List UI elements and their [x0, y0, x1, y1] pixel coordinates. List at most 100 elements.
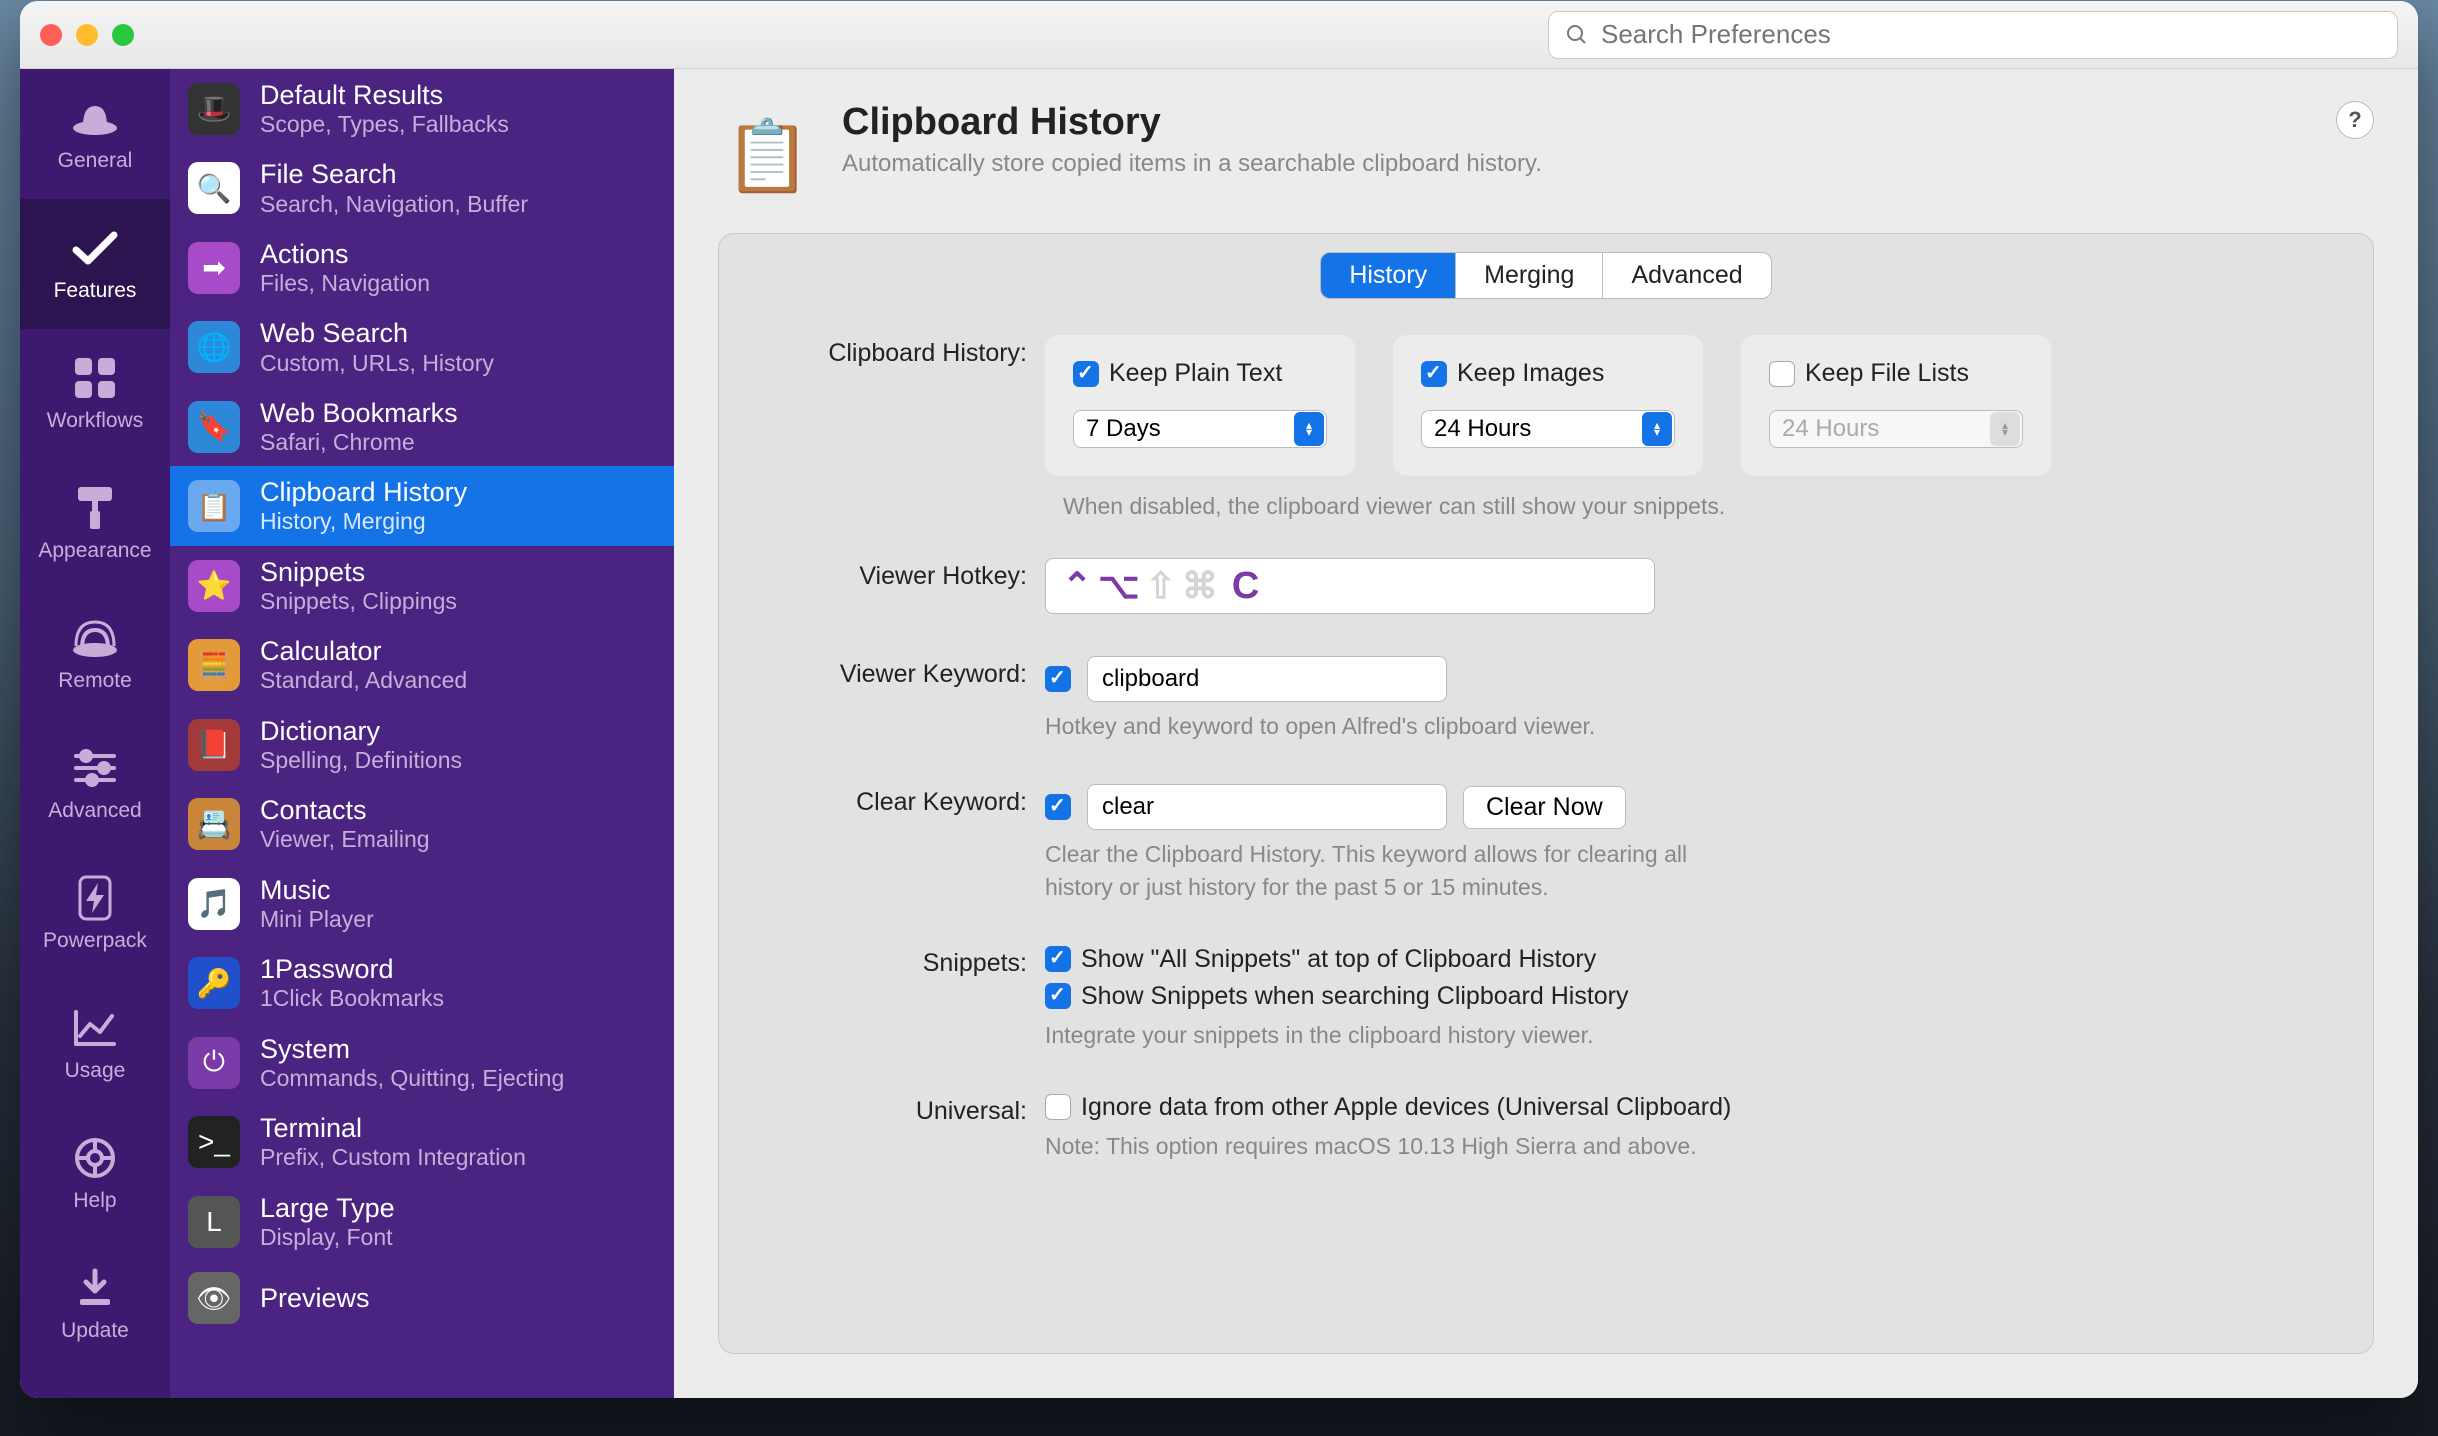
feature-default-results[interactable]: 🎩Default ResultsScope, Types, Fallbacks [170, 69, 674, 148]
images-duration-select[interactable]: 24 Hours ▴▾ [1421, 410, 1675, 448]
shift-modifier-icon: ⇧ [1146, 565, 1176, 607]
show-all-snippets-checkbox[interactable] [1045, 946, 1071, 972]
viewer-keyword-input[interactable] [1087, 656, 1447, 702]
feature-subtitle: 1Click Bookmarks [260, 985, 444, 1011]
feature-subtitle: Spelling, Definitions [260, 747, 462, 773]
feature-large-type[interactable]: LLarge TypeDisplay, Font [170, 1182, 674, 1261]
feature-file-search[interactable]: 🔍File SearchSearch, Navigation, Buffer [170, 148, 674, 227]
feature-actions[interactable]: ➡ActionsFiles, Navigation [170, 228, 674, 307]
tab-merging[interactable]: Merging [1456, 253, 1603, 298]
rail-remote[interactable]: Remote [20, 589, 170, 719]
titlebar [20, 1, 2418, 69]
feature-icon: 🎩 [188, 83, 240, 135]
keep-plain-text-checkbox[interactable] [1073, 361, 1099, 387]
images-duration-value: 24 Hours [1434, 415, 1531, 443]
lifebuoy-icon [67, 1135, 123, 1181]
rail-advanced[interactable]: Advanced [20, 719, 170, 849]
feature-icon: 🔑 [188, 957, 240, 1009]
plain-text-duration-select[interactable]: 7 Days ▴▾ [1073, 410, 1327, 448]
clear-now-button[interactable]: Clear Now [1463, 786, 1626, 829]
grid-icon [67, 355, 123, 401]
feature-snippets[interactable]: ⭐SnippetsSnippets, Clippings [170, 546, 674, 625]
rail-label: Help [73, 1189, 116, 1213]
feature-subtitle: Custom, URLs, History [260, 350, 494, 376]
feature-icon: 📋 [188, 480, 240, 532]
rail-label: Update [61, 1319, 129, 1343]
feature-web-search[interactable]: 🌐Web SearchCustom, URLs, History [170, 307, 674, 386]
help-button[interactable]: ? [2336, 101, 2374, 139]
rail-powerpack[interactable]: Powerpack [20, 849, 170, 979]
feature-previews[interactable]: 👁Previews [170, 1261, 674, 1335]
rail-general[interactable]: General [20, 69, 170, 199]
viewer-keyword-checkbox[interactable] [1045, 666, 1071, 692]
search-input[interactable] [1601, 19, 2381, 50]
search-preferences[interactable] [1548, 11, 2398, 59]
feature-icon: >_ [188, 1116, 240, 1168]
clear-keyword-checkbox[interactable] [1045, 794, 1071, 820]
rail-label: Powerpack [43, 929, 147, 953]
keep-plain-text-label: Keep Plain Text [1109, 359, 1282, 388]
label-snippets: Snippets: [769, 945, 1045, 978]
keep-images-label: Keep Images [1457, 359, 1604, 388]
keep-images-checkbox[interactable] [1421, 361, 1447, 387]
feature-terminal[interactable]: >_TerminalPrefix, Custom Integration [170, 1102, 674, 1181]
feature-icon: 🧮 [188, 639, 240, 691]
feature-subtitle: Prefix, Custom Integration [260, 1144, 526, 1170]
close-button[interactable] [40, 24, 62, 46]
label-viewer-keyword: Viewer Keyword: [769, 656, 1045, 689]
feature-title: Snippets [260, 557, 457, 588]
rail-label: Usage [65, 1059, 126, 1083]
rail-usage[interactable]: Usage [20, 979, 170, 1109]
feature-music[interactable]: 🎵MusicMini Player [170, 864, 674, 943]
window-controls [40, 24, 134, 46]
feature-icon: 🔖 [188, 401, 240, 453]
main-content: 📋 Clipboard History Automatically store … [674, 69, 2418, 1398]
hint-hotkey-kw: Hotkey and keyword to open Alfred's clip… [1045, 710, 1745, 742]
search-icon [1565, 23, 1589, 47]
label-clear-keyword: Clear Keyword: [769, 784, 1045, 817]
clear-keyword-input[interactable] [1087, 784, 1447, 830]
feature-icon: 🎵 [188, 878, 240, 930]
feature-system[interactable]: ⏻SystemCommands, Quitting, Ejecting [170, 1023, 674, 1102]
select-arrows-icon: ▴▾ [1642, 412, 1672, 446]
file-lists-duration-value: 24 Hours [1782, 415, 1879, 443]
rail-help[interactable]: Help [20, 1109, 170, 1239]
keep-file-lists-checkbox[interactable] [1769, 361, 1795, 387]
feature-dictionary[interactable]: 📕DictionarySpelling, Definitions [170, 705, 674, 784]
show-snippets-search-label: Show Snippets when searching Clipboard H… [1081, 982, 1629, 1011]
hotkey-letter: C [1232, 565, 1259, 608]
feature-title: Large Type [260, 1193, 395, 1224]
show-snippets-search-checkbox[interactable] [1045, 983, 1071, 1009]
feature-contacts[interactable]: 📇ContactsViewer, Emailing [170, 784, 674, 863]
feature-title: File Search [260, 159, 528, 190]
feature-subtitle: Scope, Types, Fallbacks [260, 111, 509, 137]
rail-update[interactable]: Update [20, 1239, 170, 1369]
sidebar-rail: General FeaturesWorkflowsAppearance Remote… [20, 69, 170, 1398]
feature-title: Calculator [260, 636, 467, 667]
rail-label: General [58, 149, 133, 173]
feature-1password[interactable]: 🔑1Password1Click Bookmarks [170, 943, 674, 1022]
preferences-window: General FeaturesWorkflowsAppearance Remote… [20, 1, 2418, 1398]
feature-clipboard-history[interactable]: 📋Clipboard HistoryHistory, Merging [170, 466, 674, 545]
feature-web-bookmarks[interactable]: 🔖Web BookmarksSafari, Chrome [170, 387, 674, 466]
label-viewer-hotkey: Viewer Hotkey: [769, 558, 1045, 591]
rail-appearance[interactable]: Appearance [20, 459, 170, 589]
tab-advanced[interactable]: Advanced [1603, 253, 1770, 298]
remote-icon [67, 615, 123, 661]
hotkey-field[interactable]: ⌃ ⌥ ⇧ ⌘ C [1045, 558, 1655, 614]
minimize-button[interactable] [76, 24, 98, 46]
plain-text-duration-value: 7 Days [1086, 415, 1161, 443]
ignore-universal-checkbox[interactable] [1045, 1094, 1071, 1120]
feature-title: Clipboard History [260, 477, 467, 508]
zoom-button[interactable] [112, 24, 134, 46]
feature-calculator[interactable]: 🧮CalculatorStandard, Advanced [170, 625, 674, 704]
select-arrows-icon: ▴▾ [1294, 412, 1324, 446]
feature-icon: ⏻ [188, 1037, 240, 1089]
rail-features[interactable]: Features [20, 199, 170, 329]
card-file-lists: Keep File Lists 24 Hours▴▾ [1741, 335, 2051, 476]
page-title: Clipboard History [842, 101, 1542, 144]
feature-list[interactable]: 🎩Default ResultsScope, Types, Fallbacks🔍… [170, 69, 674, 1398]
rail-workflows[interactable]: Workflows [20, 329, 170, 459]
tab-history[interactable]: History [1321, 253, 1456, 298]
rail-label: Remote [58, 669, 132, 693]
